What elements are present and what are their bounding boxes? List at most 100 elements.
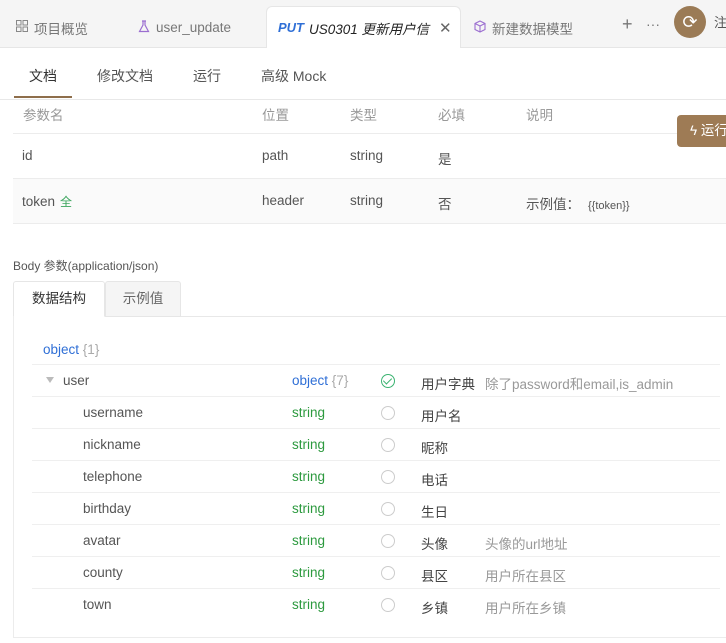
check-circle-icon[interactable] <box>381 374 395 388</box>
param-required: 是 <box>438 152 452 167</box>
header-type: 类型 <box>350 108 377 123</box>
subtab-run[interactable]: 运行 <box>193 66 221 86</box>
schema-field-row: telephone string 电话 <box>32 460 720 492</box>
circle-icon[interactable] <box>381 406 395 420</box>
field-type: object {7} <box>292 373 348 388</box>
param-type: string <box>350 148 384 163</box>
field-name: birthday <box>83 501 132 516</box>
field-type: string <box>292 405 325 420</box>
more-tabs-button[interactable]: ··· <box>646 16 660 32</box>
param-example-value: {{token}} <box>588 200 630 212</box>
chevron-down-icon[interactable] <box>46 377 54 383</box>
doc-subtabs: 文档 修改文档 运行 高级 Mock <box>0 48 726 100</box>
tab-new-data-model[interactable]: 新建数据模型 <box>474 7 573 48</box>
schema-field-row: nickname string 昵称 <box>32 428 720 460</box>
tab-project-overview[interactable]: 项目概览 <box>16 7 88 48</box>
sync-icon[interactable]: ⟳ <box>674 6 706 38</box>
run-button[interactable]: ϟ 运行 <box>677 115 726 147</box>
header-description: 说明 <box>526 108 553 123</box>
tab-user-update[interactable]: user_update <box>138 7 231 48</box>
schema-field-row: user object {7} 用户字典 除了password和email,is_ad… <box>32 364 720 396</box>
param-name: token <box>22 194 56 209</box>
field-title: 电话 <box>421 473 448 488</box>
param-description-cell: 示例值： {{token}} <box>526 193 630 213</box>
field-title: 生日 <box>421 505 448 520</box>
field-title: 用户名 <box>421 409 462 424</box>
field-title: 昵称 <box>421 441 448 456</box>
param-name: id <box>22 148 33 163</box>
param-description: 示例值： <box>526 197 580 212</box>
subtab-doc[interactable]: 文档 <box>29 66 57 86</box>
field-title: 县区 <box>421 569 448 584</box>
table-row: token 全 header string 否 示例值： {{token}} <box>13 179 726 224</box>
root-count: {1} <box>82 342 100 357</box>
field-name: telephone <box>83 469 143 484</box>
field-title: 头像 <box>421 537 448 552</box>
param-name-cell: token 全 <box>22 193 72 210</box>
field-type-label: string <box>292 437 326 452</box>
param-type: string <box>350 193 384 208</box>
circle-icon[interactable] <box>381 598 395 612</box>
schema-field-row: town string 乡镇 用户所在乡镇 <box>32 588 720 620</box>
tab-label: 项目概览 <box>34 21 88 37</box>
param-required: 否 <box>438 197 452 212</box>
field-description: 用户所在县区 <box>485 569 566 584</box>
add-tab-button[interactable]: + <box>622 14 633 35</box>
cube-icon <box>474 19 486 36</box>
tab-example-value[interactable]: 示例值 <box>105 281 181 317</box>
subtab-advanced-mock[interactable]: 高级 Mock <box>261 66 326 86</box>
circle-icon[interactable] <box>381 534 395 548</box>
field-count: {7} <box>331 373 349 388</box>
field-type-label: string <box>292 469 326 484</box>
field-name: county <box>83 565 123 580</box>
header-location: 位置 <box>262 108 289 123</box>
header-param-name: 参数名 <box>23 108 64 123</box>
body-params-label: Body 参数(application/json) <box>13 259 159 273</box>
param-location: path <box>262 148 289 163</box>
schema-root: object {1} <box>43 342 99 357</box>
field-description: 头像的url地址 <box>485 537 568 552</box>
close-icon[interactable]: ✕ <box>439 19 452 37</box>
tab-data-structure[interactable]: 数据结构 <box>13 281 105 317</box>
table-row: id path string 是 <box>13 134 726 179</box>
schema-field-row: county string 县区 用户所在县区 <box>32 556 720 588</box>
subtab-edit-doc[interactable]: 修改文档 <box>97 66 153 86</box>
circle-icon[interactable] <box>381 470 395 484</box>
global-badge: 全 <box>60 195 73 209</box>
schema-field-row: avatar string 头像 头像的url地址 <box>32 524 720 556</box>
field-type: string <box>292 533 325 548</box>
field-type: string <box>292 437 325 452</box>
field-title: 乡镇 <box>421 601 448 616</box>
field-name: user <box>63 373 90 388</box>
field-type: string <box>292 501 325 516</box>
schema-field-row: birthday string 生日 <box>32 492 720 524</box>
lightning-icon: ϟ <box>690 123 698 138</box>
field-title: 用户字典 <box>421 377 475 392</box>
field-type-label: string <box>292 533 326 548</box>
run-button-label: 运行 <box>700 123 726 138</box>
field-name: username <box>83 405 144 420</box>
field-name: nickname <box>83 437 141 452</box>
circle-icon[interactable] <box>381 438 395 452</box>
field-type-label: string <box>292 405 326 420</box>
field-type-label: string <box>292 597 326 612</box>
tab-us0301[interactable]: PUT US0301 更新用户信 ✕ <box>266 6 461 48</box>
tab-label: US0301 更新用户信 <box>309 21 430 37</box>
field-type-label: string <box>292 565 326 580</box>
flask-icon <box>138 19 150 36</box>
param-location: header <box>262 193 305 208</box>
top-tab-bar: 项目概览 user_update PUT US0301 更新用户信 ✕ 新建数据… <box>0 0 726 48</box>
header-required: 必填 <box>438 108 465 123</box>
grid-icon <box>16 20 28 35</box>
field-type-label: object <box>292 373 329 388</box>
topbar-cut-text: 注 <box>714 15 726 30</box>
schema-tree: object {1} user object {7} 用户字典 除了password和… <box>13 316 726 638</box>
field-type: string <box>292 597 325 612</box>
field-description: 除了password和email,is_admin <box>485 377 674 392</box>
field-type: string <box>292 565 325 580</box>
circle-icon[interactable] <box>381 502 395 516</box>
field-type-label: string <box>292 501 326 516</box>
tab-label: 新建数据模型 <box>492 21 573 37</box>
circle-icon[interactable] <box>381 566 395 580</box>
field-type: string <box>292 469 325 484</box>
